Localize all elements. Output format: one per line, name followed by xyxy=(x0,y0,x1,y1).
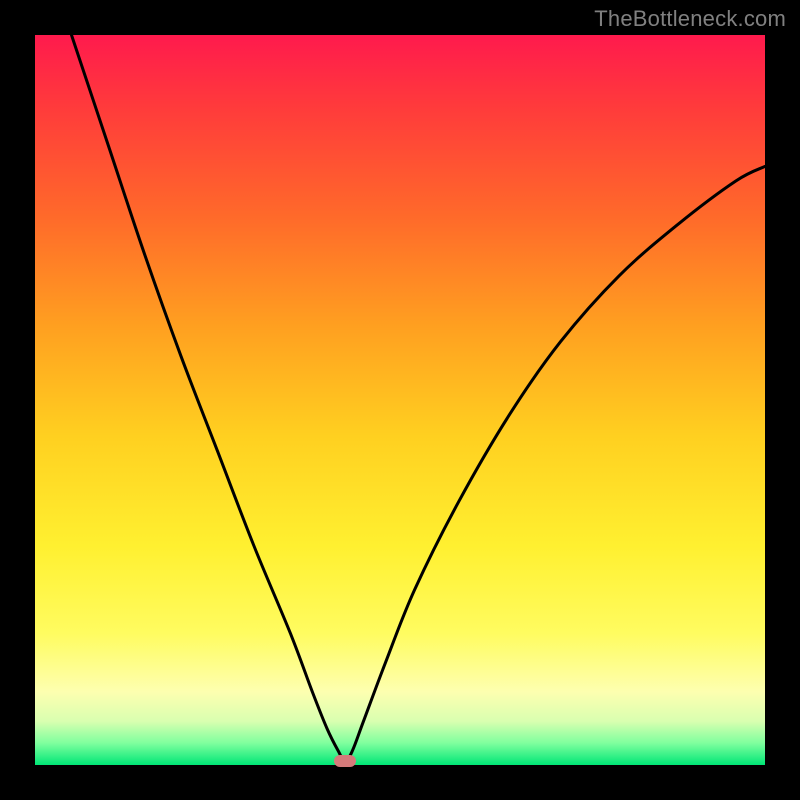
chart-frame: TheBottleneck.com xyxy=(0,0,800,800)
watermark-text: TheBottleneck.com xyxy=(594,6,786,32)
bottleneck-minimum-marker xyxy=(334,755,356,767)
curve-path xyxy=(72,35,766,761)
bottleneck-curve xyxy=(35,35,765,765)
plot-area xyxy=(35,35,765,765)
